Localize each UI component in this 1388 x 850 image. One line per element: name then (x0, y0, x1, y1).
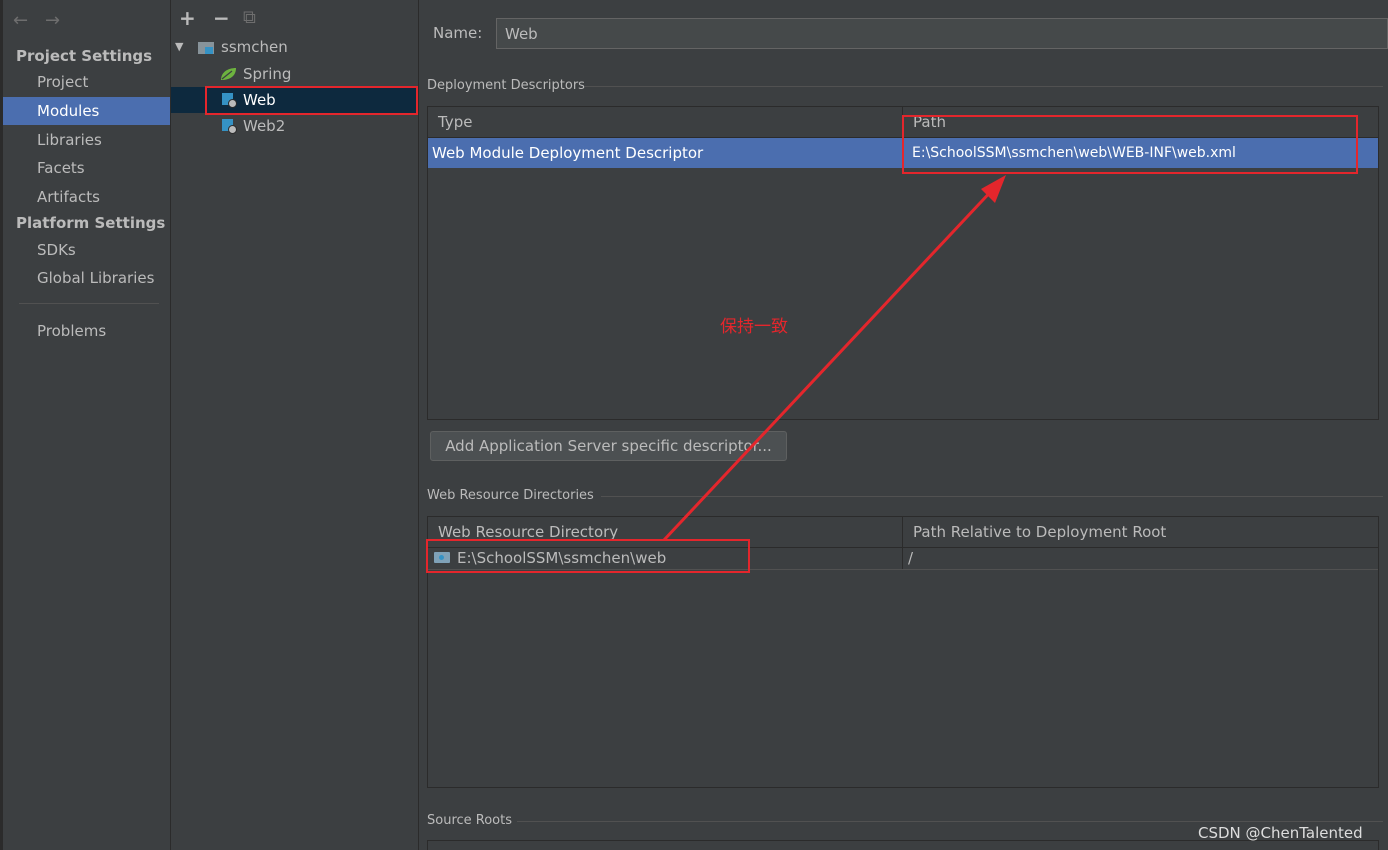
watermark: CSDN @ChenTalented (1198, 824, 1363, 842)
annotation-text: 保持一致 (720, 317, 788, 337)
annotation-arrow (662, 175, 1006, 542)
